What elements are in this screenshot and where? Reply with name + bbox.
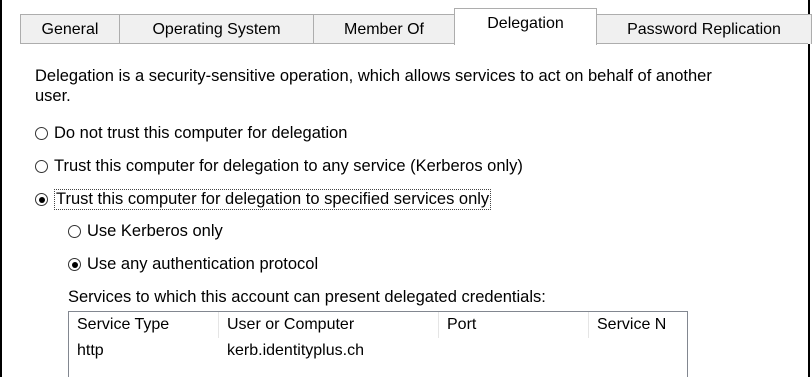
column-header-user-or-computer[interactable]: User or Computer	[219, 312, 439, 338]
tab-operating-system[interactable]: Operating System	[119, 14, 314, 44]
column-label: User or Computer	[227, 316, 355, 333]
tab-label: Member Of	[343, 20, 424, 38]
column-header-service-name[interactable]: Service N	[589, 312, 689, 338]
cell-service-type: http	[77, 342, 104, 359]
tab-label: Operating System	[152, 20, 281, 38]
tab-label: General	[41, 20, 99, 38]
cell-service-name	[589, 340, 597, 362]
radio-circle-icon[interactable]	[68, 225, 81, 238]
radio-trust-specified-services[interactable]: Trust this computer for delegation to sp…	[35, 189, 492, 210]
services-caption: Services to which this account can prese…	[68, 288, 546, 306]
properties-dialog: General Operating System Member Of Deleg…	[0, 0, 812, 377]
column-header-service-type[interactable]: Service Type	[69, 312, 219, 338]
tab-label: Delegation	[487, 15, 564, 32]
radio-kerberos-only[interactable]: Use Kerberos only	[68, 222, 223, 241]
tab-general[interactable]: General	[20, 14, 120, 44]
tab-member-of[interactable]: Member Of	[313, 14, 455, 44]
column-label: Port	[447, 316, 477, 333]
column-header-port[interactable]: Port	[439, 312, 589, 338]
radio-selected-icon[interactable]	[68, 258, 81, 271]
radio-label: Trust this computer for delegation to an…	[54, 157, 523, 175]
radio-label: Trust this computer for delegation to sp…	[54, 189, 492, 210]
radio-circle-icon[interactable]	[35, 160, 48, 173]
radio-no-delegation[interactable]: Do not trust this computer for delegatio…	[35, 124, 348, 143]
tab-label: Password Replication	[627, 20, 781, 38]
radio-label: Use any authentication protocol	[87, 255, 319, 273]
tab-divider	[20, 43, 808, 44]
radio-label: Do not trust this computer for delegatio…	[54, 124, 348, 142]
cell-user-or-computer: kerb.identityplus.ch	[227, 342, 364, 359]
radio-any-auth-protocol[interactable]: Use any authentication protocol	[68, 255, 318, 274]
tab-delegation[interactable]: Delegation	[454, 8, 597, 45]
delegation-description: Delegation is a security-sensitive opera…	[35, 67, 712, 105]
column-label: Service Type	[77, 316, 170, 333]
listview-header: Service Type User or Computer Port Servi…	[69, 312, 687, 338]
radio-label: Use Kerberos only	[87, 222, 223, 240]
radio-selected-icon[interactable]	[35, 193, 48, 206]
radio-trust-any-service[interactable]: Trust this computer for delegation to an…	[35, 157, 523, 176]
tab-password-replication[interactable]: Password Replication	[596, 14, 812, 44]
cell-port	[439, 340, 447, 362]
table-row[interactable]: http kerb.identityplus.ch	[69, 340, 687, 362]
column-label: Service N	[597, 316, 667, 333]
radio-circle-icon[interactable]	[35, 127, 48, 140]
services-listview[interactable]: Service Type User or Computer Port Servi…	[68, 311, 688, 377]
